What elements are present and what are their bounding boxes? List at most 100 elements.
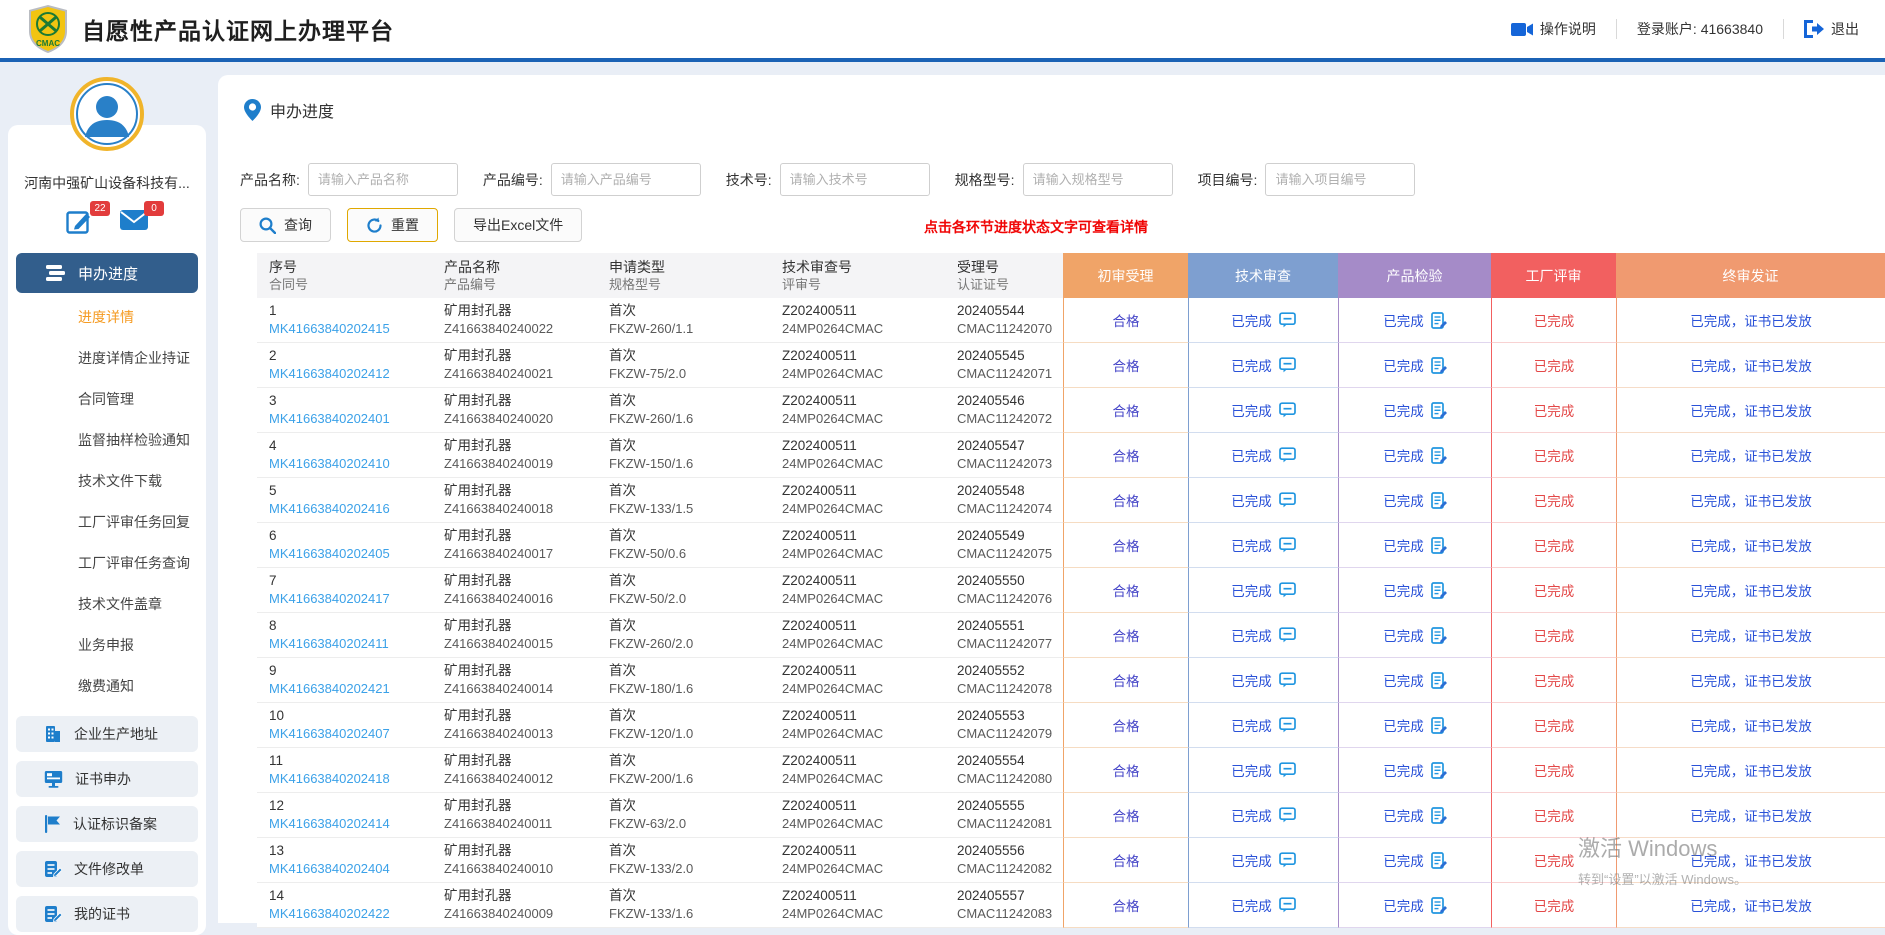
contract-link[interactable]: MK41663840202418 — [269, 771, 390, 786]
status-link[interactable]: 已完成 — [1383, 715, 1424, 735]
logout-button[interactable]: 退出 — [1804, 19, 1859, 39]
sidebar-item-progress-detail-cert[interactable]: 进度详情企业持证 — [8, 338, 206, 379]
status-link[interactable]: 已完成，证书已发放 — [1690, 355, 1812, 375]
sidebar-item-payment-notice[interactable]: 缴费通知 — [8, 666, 206, 707]
status-link[interactable]: 已完成，证书已发放 — [1690, 850, 1812, 870]
tech-no-input[interactable] — [780, 163, 930, 196]
status-link[interactable]: 已完成 — [1231, 805, 1272, 825]
status-link[interactable]: 已完成 — [1231, 895, 1272, 915]
comment-icon[interactable] — [1279, 807, 1296, 823]
report-icon[interactable] — [1431, 717, 1447, 734]
report-icon[interactable] — [1431, 627, 1447, 644]
comment-icon[interactable] — [1279, 627, 1296, 643]
sidebar-item-factory-review-reply[interactable]: 工厂评审任务回复 — [8, 502, 206, 543]
status-link[interactable]: 已完成 — [1534, 625, 1575, 645]
contract-link[interactable]: MK41663840202416 — [269, 501, 390, 516]
status-link[interactable]: 已完成 — [1534, 760, 1575, 780]
report-icon[interactable] — [1431, 852, 1447, 869]
status-link[interactable]: 已完成 — [1534, 310, 1575, 330]
status-link[interactable]: 合格 — [1113, 895, 1140, 915]
status-link[interactable]: 已完成，证书已发放 — [1690, 535, 1812, 555]
comment-icon[interactable] — [1279, 447, 1296, 463]
status-link[interactable]: 已完成 — [1231, 670, 1272, 690]
reset-button[interactable]: 重置 — [347, 208, 438, 242]
status-link[interactable]: 已完成 — [1534, 400, 1575, 420]
contract-link[interactable]: MK41663840202417 — [269, 591, 390, 606]
status-link[interactable]: 已完成 — [1231, 445, 1272, 465]
status-link[interactable]: 合格 — [1113, 760, 1140, 780]
contract-link[interactable]: MK41663840202401 — [269, 411, 390, 426]
status-link[interactable]: 已完成 — [1383, 805, 1424, 825]
comment-icon[interactable] — [1279, 582, 1296, 598]
export-excel-button[interactable]: 导出Excel文件 — [454, 208, 582, 242]
status-link[interactable]: 已完成 — [1534, 715, 1575, 735]
report-icon[interactable] — [1431, 897, 1447, 914]
status-link[interactable]: 已完成 — [1383, 310, 1424, 330]
status-link[interactable]: 已完成 — [1534, 850, 1575, 870]
comment-icon[interactable] — [1279, 897, 1296, 913]
spec-input[interactable] — [1023, 163, 1173, 196]
contract-link[interactable]: MK41663840202421 — [269, 681, 390, 696]
status-link[interactable]: 合格 — [1113, 850, 1140, 870]
report-icon[interactable] — [1431, 402, 1447, 419]
mail-icon[interactable]: 0 — [120, 209, 148, 237]
status-link[interactable]: 已完成，证书已发放 — [1690, 895, 1812, 915]
report-icon[interactable] — [1431, 672, 1447, 689]
status-link[interactable]: 已完成 — [1383, 445, 1424, 465]
status-link[interactable]: 已完成 — [1383, 850, 1424, 870]
comment-icon[interactable] — [1279, 537, 1296, 553]
status-link[interactable]: 已完成，证书已发放 — [1690, 445, 1812, 465]
status-link[interactable]: 已完成 — [1383, 760, 1424, 780]
compose-icon[interactable]: 22 — [66, 209, 94, 237]
comment-icon[interactable] — [1279, 672, 1296, 688]
report-icon[interactable] — [1431, 537, 1447, 554]
status-link[interactable]: 已完成，证书已发放 — [1690, 580, 1812, 600]
status-link[interactable]: 已完成，证书已发放 — [1690, 670, 1812, 690]
status-link[interactable]: 合格 — [1113, 400, 1140, 420]
status-link[interactable]: 合格 — [1113, 580, 1140, 600]
sidebar-item-production-address[interactable]: 企业生产地址 — [16, 716, 198, 752]
status-link[interactable]: 已完成 — [1534, 535, 1575, 555]
contract-link[interactable]: MK41663840202414 — [269, 816, 390, 831]
status-link[interactable]: 合格 — [1113, 670, 1140, 690]
report-icon[interactable] — [1431, 807, 1447, 824]
status-link[interactable]: 合格 — [1113, 535, 1140, 555]
contract-link[interactable]: MK41663840202405 — [269, 546, 390, 561]
status-link[interactable]: 已完成 — [1383, 535, 1424, 555]
report-icon[interactable] — [1431, 312, 1447, 329]
report-icon[interactable] — [1431, 762, 1447, 779]
status-link[interactable]: 已完成 — [1231, 715, 1272, 735]
contract-link[interactable]: MK41663840202410 — [269, 456, 390, 471]
sidebar-item-progress[interactable]: 申办进度 — [16, 253, 198, 293]
contract-link[interactable]: MK41663840202407 — [269, 726, 390, 741]
status-link[interactable]: 已完成，证书已发放 — [1690, 400, 1812, 420]
sidebar-item-tech-file-download[interactable]: 技术文件下载 — [8, 461, 206, 502]
status-link[interactable]: 已完成 — [1383, 670, 1424, 690]
status-link[interactable]: 合格 — [1113, 355, 1140, 375]
status-link[interactable]: 已完成 — [1383, 895, 1424, 915]
status-link[interactable]: 已完成 — [1534, 445, 1575, 465]
sidebar-item-factory-review-query[interactable]: 工厂评审任务查询 — [8, 543, 206, 584]
project-no-input[interactable] — [1265, 163, 1415, 196]
status-link[interactable]: 已完成 — [1383, 355, 1424, 375]
status-link[interactable]: 已完成 — [1231, 625, 1272, 645]
comment-icon[interactable] — [1279, 852, 1296, 868]
status-link[interactable]: 已完成，证书已发放 — [1690, 310, 1812, 330]
status-link[interactable]: 已完成 — [1534, 490, 1575, 510]
status-link[interactable]: 合格 — [1113, 445, 1140, 465]
comment-icon[interactable] — [1279, 312, 1296, 328]
status-link[interactable]: 合格 — [1113, 310, 1140, 330]
status-link[interactable]: 已完成 — [1231, 310, 1272, 330]
status-link[interactable]: 已完成，证书已发放 — [1690, 760, 1812, 780]
contract-link[interactable]: MK41663840202415 — [269, 321, 390, 336]
status-link[interactable]: 已完成 — [1534, 805, 1575, 825]
status-link[interactable]: 合格 — [1113, 805, 1140, 825]
sidebar-item-tech-file-seal[interactable]: 技术文件盖章 — [8, 584, 206, 625]
status-link[interactable]: 已完成，证书已发放 — [1690, 490, 1812, 510]
query-button[interactable]: 查询 — [240, 208, 331, 242]
status-link[interactable]: 已完成 — [1231, 760, 1272, 780]
status-link[interactable]: 已完成，证书已发放 — [1690, 805, 1812, 825]
sidebar-item-contract-mgmt[interactable]: 合同管理 — [8, 379, 206, 420]
product-no-input[interactable] — [551, 163, 701, 196]
status-link[interactable]: 已完成 — [1231, 850, 1272, 870]
